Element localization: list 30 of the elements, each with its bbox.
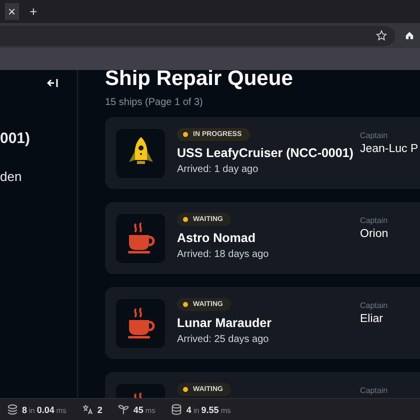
tab-close-button[interactable]: × <box>5 3 19 20</box>
ship-count: 15 ships (Page 1 of 3) <box>105 97 204 108</box>
ship-name: USS LeafyCruiser (NCC-0001) <box>177 146 354 160</box>
coffee-cup-icon <box>126 307 156 339</box>
collapse-arrow-icon <box>47 78 59 88</box>
captain-name: Eliar <box>360 313 384 325</box>
captain-label: Captain <box>360 386 389 395</box>
captain-label: Captain <box>360 216 389 225</box>
ship-name: Astro Nomad <box>177 231 256 245</box>
arrival-time: Arrived: 1 day ago <box>177 164 258 175</box>
collapse-sidebar-button[interactable] <box>45 76 61 90</box>
database-icon <box>171 404 182 415</box>
captain-name: Orion <box>360 228 390 240</box>
arrival-time: Arrived: 25 days ago <box>177 334 269 345</box>
ship-name: Lunar Marauder <box>177 316 272 330</box>
page-title: Ship Repair Queue <box>105 70 294 91</box>
new-tab-button[interactable]: + <box>26 3 40 20</box>
captain-name: Jean-Luc P <box>360 143 420 155</box>
sidebar-item[interactable]: 001) <box>0 130 77 147</box>
star-icon[interactable] <box>376 30 387 41</box>
status-metric: 2 <box>97 404 104 414</box>
sidebar-item[interactable]: den <box>0 169 77 184</box>
captain-label: Captain <box>360 131 389 140</box>
translate-icon <box>82 404 94 415</box>
arrival-time: Arrived: 18 days ago <box>177 249 269 260</box>
captain-label: Captain <box>360 301 389 310</box>
sprout-icon <box>118 404 130 415</box>
layers-icon <box>7 404 18 415</box>
coffee-cup-icon <box>126 222 156 254</box>
home-icon[interactable] <box>405 31 414 40</box>
